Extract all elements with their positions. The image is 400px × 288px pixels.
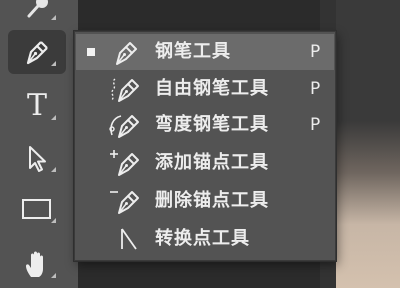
more-tools-indicator — [51, 273, 56, 278]
convert-point-icon — [121, 228, 137, 250]
type-tool-button[interactable]: T — [8, 84, 66, 128]
hand-tool-button[interactable] — [8, 242, 66, 286]
menu-item-add-anchor-point-tool[interactable]: 添加锚点工具 — [76, 145, 334, 181]
pen-tool-icon — [26, 41, 48, 65]
rectangle-tool-button[interactable] — [8, 187, 66, 231]
delete-anchor-point-icon — [110, 191, 139, 214]
menu-item-shortcut: P — [310, 115, 321, 135]
add-anchor-point-icon — [110, 150, 139, 176]
hand-tool-icon — [26, 251, 43, 277]
menu-item-shortcut: P — [310, 42, 321, 62]
menu-item-freeform-pen-tool[interactable]: 自由钢笔工具 P — [76, 71, 334, 107]
freeform-pen-icon — [111, 78, 139, 102]
menu-item-delete-anchor-point-tool[interactable]: 删除锚点工具 — [76, 183, 334, 219]
menu-item-label: 弯度钢笔工具 — [155, 114, 269, 135]
menu-item-label: 添加锚点工具 — [155, 152, 269, 173]
menu-item-shortcut: P — [310, 79, 321, 99]
selected-indicator — [87, 48, 95, 56]
pen-tools-flyout-menu: 钢笔工具 P 自由钢笔工具 P 弯度钢笔工具 P 添加锚点工具 删除锚点工具 转… — [74, 31, 336, 261]
more-tools-indicator — [51, 218, 56, 223]
rectangle-tool-icon — [22, 199, 51, 219]
menu-item-convert-point-tool[interactable]: 转换点工具 — [76, 221, 334, 257]
more-tools-indicator — [51, 167, 56, 172]
menu-item-label: 转换点工具 — [155, 228, 250, 249]
pen-tool-button[interactable] — [8, 30, 66, 74]
more-tools-indicator — [51, 15, 56, 20]
more-tools-indicator — [51, 115, 56, 120]
type-tool-icon: T — [26, 88, 47, 123]
tools-panel: T — [0, 0, 78, 288]
path-selection-tool-button[interactable] — [8, 136, 66, 180]
menu-item-curvature-pen-tool[interactable]: 弯度钢笔工具 P — [76, 107, 334, 143]
eyedropper-icon — [27, 0, 48, 18]
menu-item-label: 钢笔工具 — [155, 41, 231, 62]
menu-item-label: 自由钢笔工具 — [155, 78, 269, 99]
menu-item-label: 删除锚点工具 — [155, 190, 269, 211]
menu-item-pen-tool[interactable]: 钢笔工具 P — [76, 34, 334, 70]
more-tools-indicator — [51, 61, 56, 66]
curvature-pen-icon — [109, 115, 139, 138]
pen-icon — [116, 42, 137, 65]
eyedropper-tool-button[interactable] — [8, 0, 66, 28]
path-selection-icon — [29, 146, 46, 172]
